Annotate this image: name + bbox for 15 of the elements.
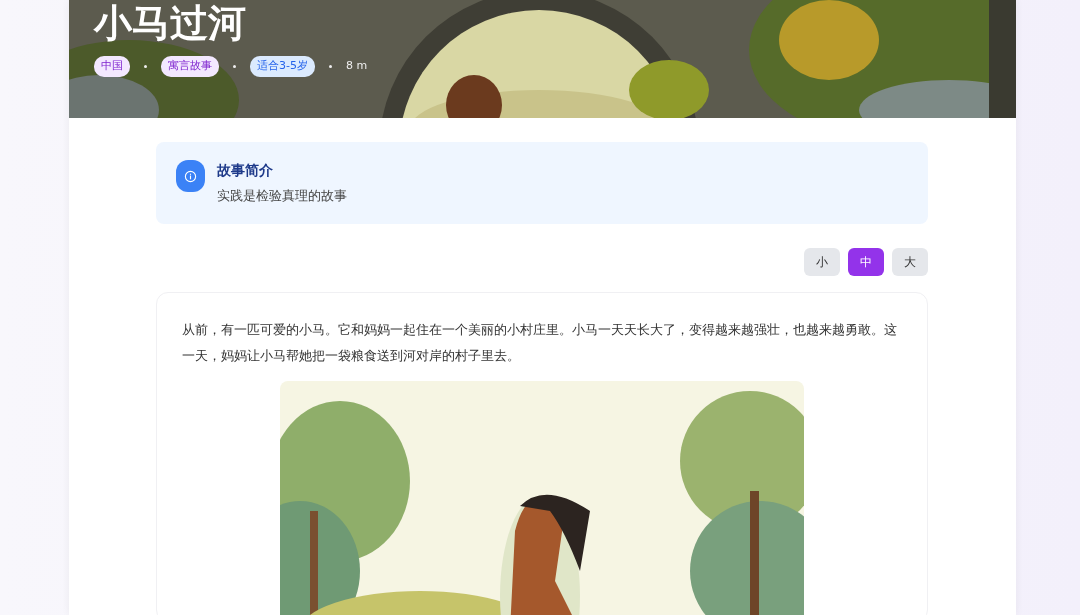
separator-dot (144, 64, 147, 68)
separator-dot (328, 64, 332, 68)
tag: 寓言故事 (161, 56, 219, 77)
font-size-button[interactable]: 中 (848, 247, 884, 276)
tag: 中国 (94, 56, 130, 77)
story-paragraph: 从前，有一匹可爱的小马。它和妈妈一起住在一个美丽的小村庄里。小马一天天长大了，变得越来越强壮，也越来越勇敢。这一天，妈妈让小马帮她把一袋粮食送到河对岸的村子里去。 (182, 320, 898, 365)
font-size-button[interactable]: 小 (804, 247, 840, 276)
tag: 适合3-5岁 (250, 56, 315, 77)
info-icon (176, 160, 205, 192)
duration: 8 m (345, 58, 368, 74)
separator-dot (233, 64, 236, 68)
font-size-button[interactable]: 大 (892, 247, 928, 276)
summary-heading: 故事简介 (217, 161, 274, 180)
summary-text: 实践是检验真理的故事 (217, 187, 347, 205)
story-title: 小马过河 (94, 4, 247, 42)
